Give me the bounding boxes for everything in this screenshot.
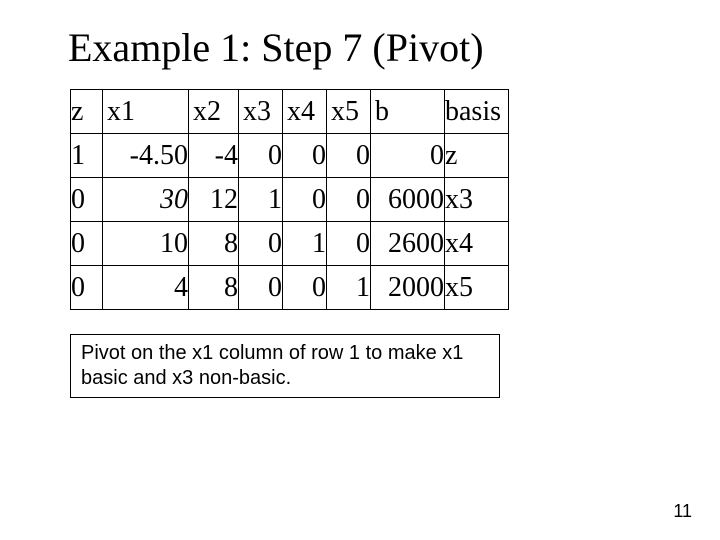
cell: 2600 (371, 222, 445, 266)
cell: 1 (327, 266, 371, 310)
col-header-b: b (371, 90, 445, 134)
cell: -4 (189, 134, 239, 178)
cell: 8 (189, 266, 239, 310)
simplex-tableau: z x1 x2 x3 x4 x5 b basis 1 -4.50 -4 0 0 … (70, 89, 509, 310)
cell: 1 (71, 134, 103, 178)
cell: 0 (283, 266, 327, 310)
cell: 0 (71, 222, 103, 266)
col-header-x2: x2 (189, 90, 239, 134)
table-row: 0 30 12 1 0 0 6000 x3 (71, 178, 509, 222)
col-header-x4: x4 (283, 90, 327, 134)
cell: 0 (239, 222, 283, 266)
cell: 0 (327, 178, 371, 222)
cell: 0 (283, 134, 327, 178)
cell: 0 (283, 178, 327, 222)
col-header-x3: x3 (239, 90, 283, 134)
cell: 8 (189, 222, 239, 266)
page-number: 11 (673, 501, 692, 522)
cell: 0 (327, 222, 371, 266)
cell: 0 (239, 266, 283, 310)
table-row: 0 10 8 0 1 0 2600 x4 (71, 222, 509, 266)
col-header-x5: x5 (327, 90, 371, 134)
cell: 1 (239, 178, 283, 222)
cell: 0 (327, 134, 371, 178)
cell: -4.50 (103, 134, 189, 178)
caption-box: Pivot on the x1 column of row 1 to make … (70, 334, 500, 398)
cell: 0 (71, 178, 103, 222)
cell: 10 (103, 222, 189, 266)
cell: 12 (189, 178, 239, 222)
col-header-x1: x1 (103, 90, 189, 134)
table-header-row: z x1 x2 x3 x4 x5 b basis (71, 90, 509, 134)
pivot-cell: 30 (103, 178, 189, 222)
slide-title: Example 1: Step 7 (Pivot) (68, 24, 660, 71)
cell: 0 (371, 134, 445, 178)
col-header-basis: basis (445, 90, 509, 134)
cell: 2000 (371, 266, 445, 310)
cell: 1 (283, 222, 327, 266)
cell: 0 (239, 134, 283, 178)
table-row: 1 -4.50 -4 0 0 0 0 z (71, 134, 509, 178)
cell: 6000 (371, 178, 445, 222)
cell: x3 (445, 178, 509, 222)
col-header-z: z (71, 90, 103, 134)
cell: 0 (71, 266, 103, 310)
cell: 4 (103, 266, 189, 310)
cell: x4 (445, 222, 509, 266)
cell: z (445, 134, 509, 178)
table-row: 0 4 8 0 0 1 2000 x5 (71, 266, 509, 310)
cell: x5 (445, 266, 509, 310)
